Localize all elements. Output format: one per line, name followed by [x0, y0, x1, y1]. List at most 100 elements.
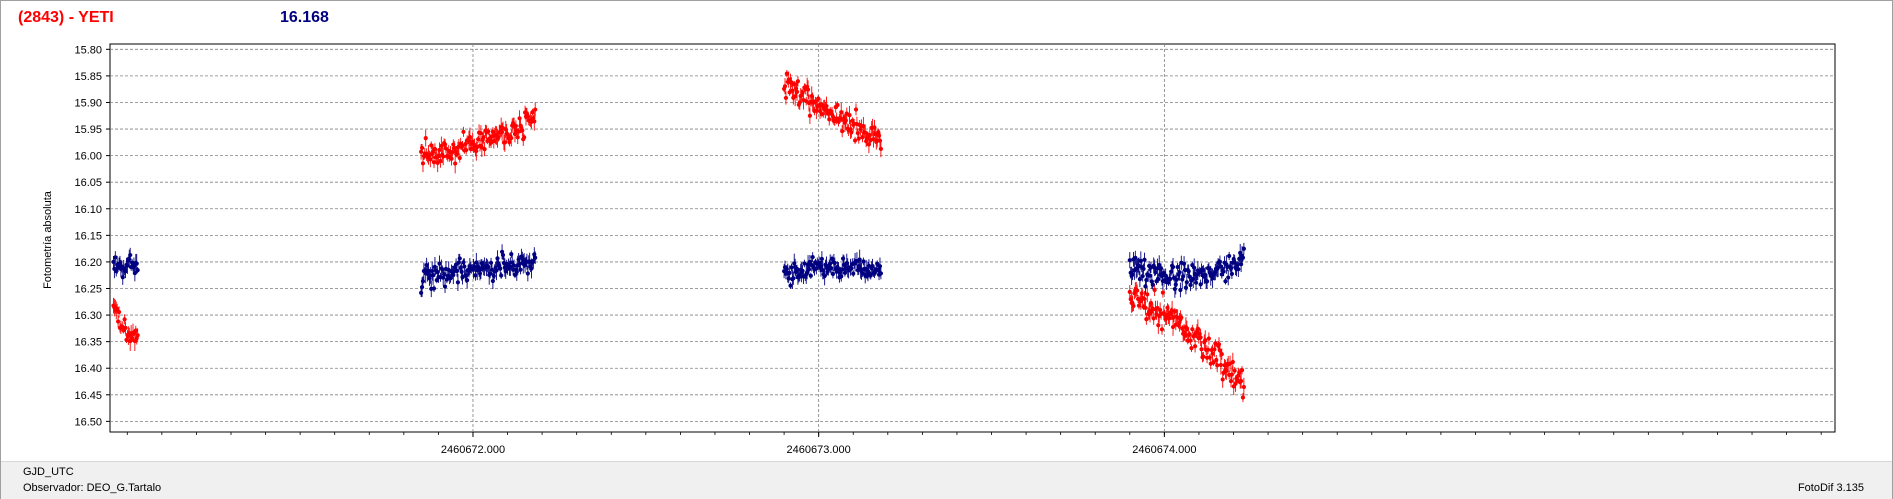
data-point: [1220, 377, 1225, 382]
data-point: [1236, 267, 1241, 272]
data-point: [829, 266, 834, 271]
data-point: [789, 265, 794, 270]
data-point: [1143, 284, 1148, 289]
data-point: [1143, 305, 1148, 310]
data-point: [495, 256, 500, 261]
data-point: [1205, 347, 1211, 352]
data-point: [515, 135, 520, 140]
data-point: [1203, 337, 1208, 343]
data-point: [1141, 266, 1146, 271]
data-point: [455, 280, 461, 285]
y-tick-label: 16.35: [74, 337, 102, 349]
data-point: [1199, 347, 1204, 352]
data-point: [872, 125, 877, 130]
data-point: [819, 256, 824, 262]
data-point: [459, 269, 464, 274]
data-point: [792, 261, 797, 266]
y-tick-label: 15.95: [74, 124, 102, 136]
data-point: [518, 267, 523, 272]
data-point: [419, 145, 425, 150]
data-point: [1186, 269, 1191, 274]
data-point: [1192, 265, 1197, 270]
data-point: [1179, 315, 1184, 320]
data-point: [877, 264, 883, 269]
data-point: [1156, 323, 1161, 328]
data-point: [1188, 282, 1193, 288]
data-point: [1184, 280, 1189, 285]
data-point: [1131, 303, 1136, 309]
data-point: [783, 95, 789, 101]
data-point: [525, 271, 530, 276]
data-point: [1235, 262, 1240, 268]
data-point: [878, 271, 883, 276]
data-point: [784, 266, 789, 272]
data-point: [1188, 338, 1193, 343]
data-point: [810, 254, 815, 260]
data-point: [851, 271, 856, 276]
data-point: [1189, 346, 1194, 351]
data-point: [800, 268, 805, 273]
data-point: [514, 269, 519, 274]
data-point: [533, 107, 538, 112]
data-point: [1216, 342, 1222, 347]
status-footer: GJD_UTC Observador: DEO_G.Tartalo FotoDi…: [1, 461, 1892, 499]
data-point: [457, 155, 462, 161]
data-point: [1223, 279, 1228, 284]
data-point: [1240, 255, 1246, 260]
data-point: [465, 278, 470, 283]
data-point: [1232, 368, 1237, 373]
y-tick-label: 16.45: [74, 390, 102, 402]
data-point: [486, 265, 491, 270]
data-point: [449, 156, 454, 161]
x-tick-label: 2460673.000: [787, 444, 851, 456]
data-point: [1135, 288, 1140, 293]
data-point: [420, 161, 426, 166]
data-point: [814, 108, 819, 113]
data-point: [1177, 270, 1182, 275]
data-point: [490, 278, 495, 284]
data-point: [464, 147, 469, 153]
data-point: [1239, 368, 1245, 373]
y-tick-label: 16.05: [74, 177, 102, 189]
y-tick-label: 16.00: [74, 151, 102, 163]
data-point: [419, 285, 425, 290]
data-point: [852, 138, 858, 143]
data-point: [786, 276, 791, 281]
y-tick-label: 16.40: [74, 363, 102, 375]
data-point: [482, 147, 487, 152]
data-point: [1207, 355, 1212, 360]
data-point: [782, 84, 788, 89]
data-point: [461, 260, 466, 265]
data-point: [1219, 352, 1224, 357]
data-point: [1187, 332, 1192, 337]
data-point: [127, 256, 132, 262]
data-point: [808, 273, 813, 278]
data-point: [533, 255, 538, 260]
data-point: [1173, 282, 1178, 287]
y-tick-label: 16.50: [74, 416, 102, 428]
data-point: [532, 119, 537, 124]
data-point: [878, 146, 883, 151]
data-point: [839, 274, 844, 279]
data-point: [420, 279, 426, 284]
data-point: [1127, 258, 1132, 263]
data-point: [513, 123, 518, 128]
data-point: [1229, 271, 1235, 277]
data-point: [794, 89, 800, 94]
data-point: [442, 284, 448, 289]
data-point: [462, 264, 467, 269]
light-curve-chart: 15.80 15.85 15.90 15.95 16.00 16.05 16.10 16.15…: [74, 43, 1836, 456]
data-point: [1215, 363, 1220, 368]
data-point: [835, 102, 840, 108]
data-point: [856, 136, 861, 141]
data-point: [451, 272, 456, 278]
data-point: [509, 251, 514, 257]
data-point: [827, 117, 832, 122]
data-point: [498, 266, 503, 271]
data-point: [458, 265, 463, 271]
data-point: [430, 268, 435, 274]
data-point: [500, 252, 506, 258]
data-point: [120, 275, 125, 280]
data-point: [876, 133, 882, 138]
data-point: [1228, 379, 1234, 384]
